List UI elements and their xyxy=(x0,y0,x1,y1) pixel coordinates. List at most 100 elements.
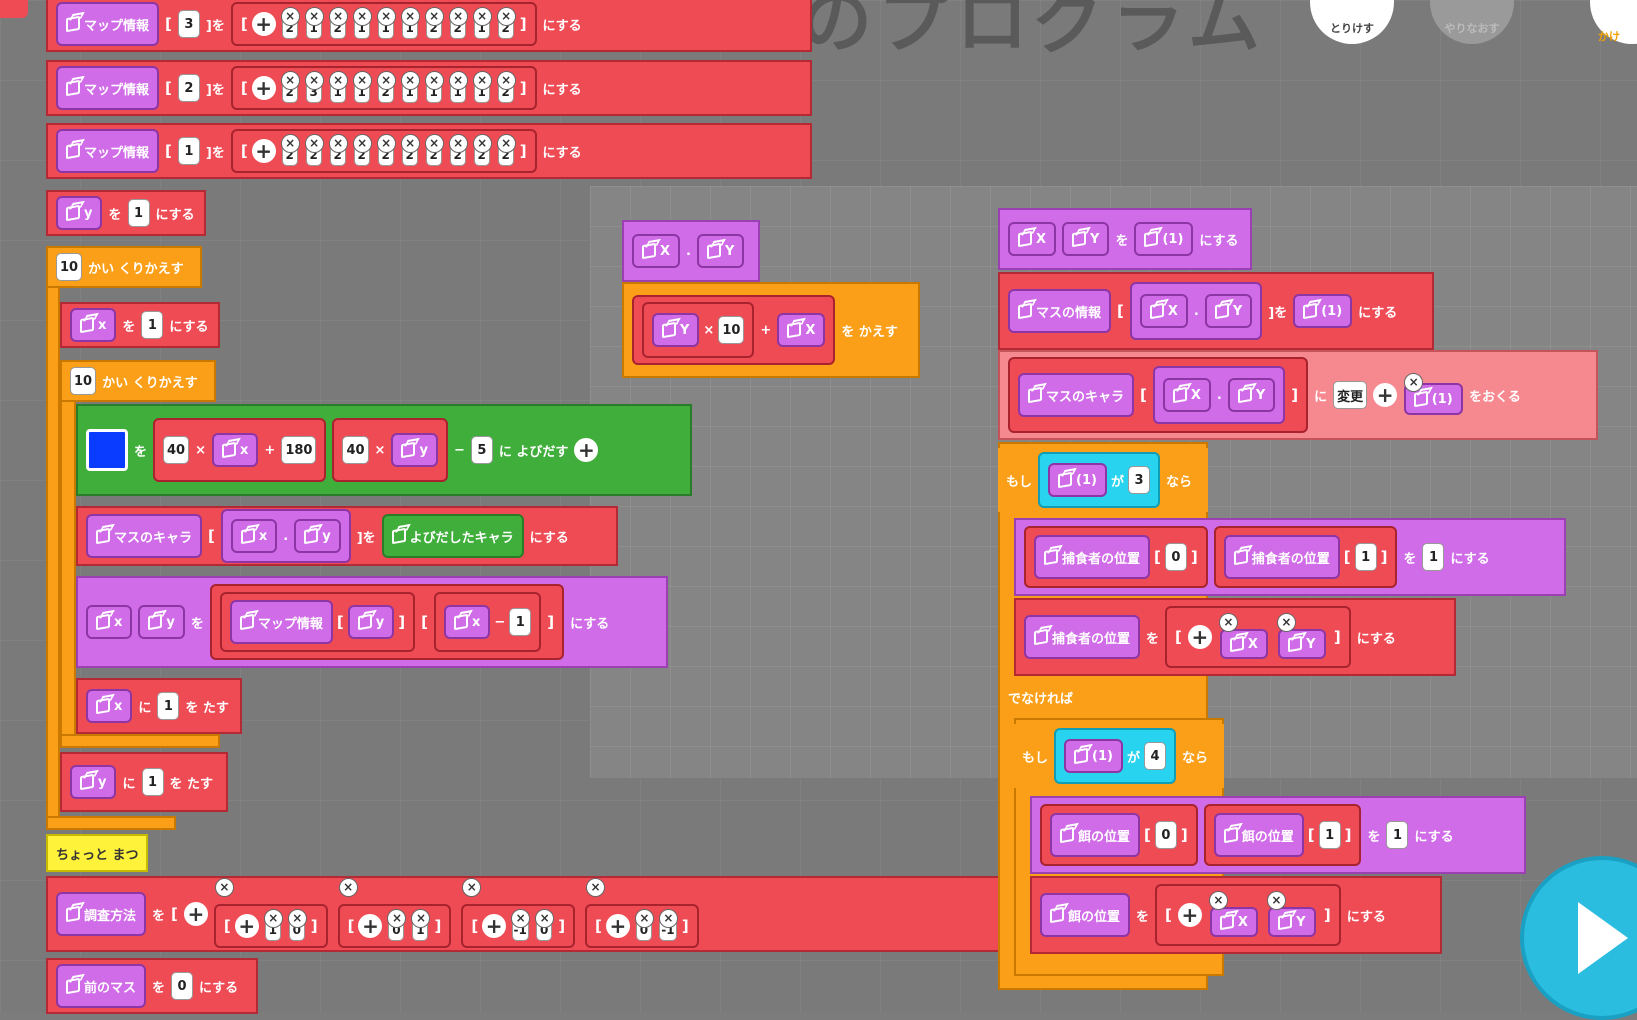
remove-icon[interactable]: × xyxy=(214,878,234,897)
list-expr[interactable]: [ + × X × Y ] xyxy=(1155,884,1341,946)
remove-icon[interactable]: × xyxy=(287,909,307,928)
removable-item[interactable]: × 2 xyxy=(280,7,300,39)
remove-icon[interactable]: × xyxy=(496,134,516,153)
removable-item[interactable]: × 2 xyxy=(496,71,516,103)
removable-item[interactable]: × 2 xyxy=(496,7,516,39)
var-x[interactable]: x xyxy=(212,433,259,467)
call-x-add[interactable]: 180 xyxy=(281,436,317,464)
dir-list[interactable]: [+ × 0 × 1] xyxy=(337,904,452,948)
param-y[interactable]: Y xyxy=(1062,222,1110,256)
set-prev-masu-block[interactable]: 前のマス を 0 にする xyxy=(46,958,258,1014)
removable-item[interactable]: × 0 xyxy=(534,909,555,941)
removable-item[interactable]: × 2 xyxy=(448,7,468,39)
xy-pair[interactable]: x . y xyxy=(220,509,351,563)
remove-icon[interactable]: × xyxy=(462,878,482,897)
masu-chara-var[interactable]: マスのキャラ xyxy=(86,514,203,558)
set-x-block[interactable]: x を 1 にする xyxy=(60,302,220,348)
else-header[interactable]: でなければ xyxy=(1000,680,1206,714)
call-x-expr[interactable]: 40 × x + 180 xyxy=(153,418,327,482)
remove-icon[interactable]: × xyxy=(424,7,444,26)
removable-item[interactable]: × 1 xyxy=(263,909,283,941)
remove-icon[interactable]: × xyxy=(634,909,654,928)
list-expr[interactable]: [ + × X × Y ] xyxy=(1165,606,1351,668)
inner-count[interactable]: 10 xyxy=(70,367,97,395)
remove-icon[interactable]: × xyxy=(263,909,283,928)
remove-icon[interactable]: × xyxy=(376,71,396,90)
remove-icon[interactable]: × xyxy=(376,134,396,153)
removable-item[interactable]: × 1 xyxy=(352,71,372,103)
search-dir-item[interactable]: × [+ × -1 × 0] xyxy=(461,878,576,948)
change-message[interactable]: 変更 xyxy=(1333,381,1368,409)
masu-chara-lookup[interactable]: マスのキャラ [ X . Y ] xyxy=(1008,357,1309,433)
add-item-button[interactable]: + xyxy=(183,902,208,926)
remove-icon[interactable]: × xyxy=(400,134,420,153)
row-list-expr[interactable]: [+ × 2 × 2 × 2 × 2 × 2 × 2 × 2 × 2 × 2 × 2] xyxy=(230,129,537,173)
removable-item[interactable]: × 2 xyxy=(400,134,420,166)
map-info-var[interactable]: マップ情報 xyxy=(56,2,160,46)
param-y[interactable]: Y xyxy=(1227,378,1276,412)
remove-icon[interactable]: × xyxy=(280,71,300,90)
var-x[interactable]: x xyxy=(86,689,133,723)
remove-icon[interactable]: × xyxy=(400,71,420,90)
param-x[interactable]: X xyxy=(1139,294,1188,328)
arg-1[interactable]: (1) xyxy=(1048,463,1107,497)
add-arg-button[interactable]: + xyxy=(574,438,599,462)
removable-item[interactable]: × 1 xyxy=(410,909,431,941)
predator-var[interactable]: 捕食者の位置 xyxy=(1034,535,1151,579)
remove-icon[interactable]: × xyxy=(1276,613,1296,632)
call-y-mul[interactable]: 40 xyxy=(342,436,369,464)
removable-item[interactable]: × 1 xyxy=(376,7,396,39)
right-menu-button[interactable]: かけ xyxy=(1590,0,1637,44)
removable-item[interactable]: × 0 xyxy=(386,909,407,941)
remove-icon[interactable]: × xyxy=(338,878,358,897)
row-list-expr[interactable]: [+ × 2 × 3 × 1 × 1 × 2 × 1 × 1 × 1 × 1 × 2] xyxy=(230,66,537,110)
var-y[interactable]: y xyxy=(391,433,438,467)
removable-item[interactable]: × 2 xyxy=(424,7,444,39)
param-x[interactable]: X xyxy=(1162,378,1211,412)
call-y-expr[interactable]: 40 × y xyxy=(332,418,448,482)
map-info-var[interactable]: マップ情報 xyxy=(56,66,160,110)
search-var[interactable]: 調査方法 xyxy=(56,892,147,936)
remove-icon[interactable]: × xyxy=(328,134,348,153)
outer-count[interactable]: 10 xyxy=(56,253,83,281)
xy-pair[interactable]: X . Y xyxy=(1129,282,1263,340)
set-predator-pos-block[interactable]: 捕食者の位置 を [ + × X × Y ] にする xyxy=(1014,598,1456,676)
predator-var[interactable]: 捕食者の位置 xyxy=(1223,535,1340,579)
param-y[interactable]: Y xyxy=(1268,907,1316,937)
remove-icon[interactable]: × xyxy=(472,7,492,26)
removable-item[interactable]: × 1 xyxy=(424,71,444,103)
var-x[interactable]: x xyxy=(230,519,278,553)
var-y[interactable]: y xyxy=(347,605,395,639)
increment-y-block[interactable]: y に 1 を たす xyxy=(60,752,228,812)
dir-list[interactable]: [+ × 0 × -1] xyxy=(585,904,699,948)
remove-icon[interactable]: × xyxy=(280,134,300,153)
send-masu-chara-block[interactable]: マスのキャラ [ X . Y ] に 変更 + × (1) をおくる xyxy=(998,350,1598,440)
map-info-var[interactable]: マップ情報 xyxy=(229,600,333,644)
removable-item[interactable]: × -1 xyxy=(510,909,531,941)
food-lookup-0[interactable]: 餌の位置 [ 0 ] xyxy=(1040,804,1198,866)
map-row-index[interactable]: 2 xyxy=(177,74,200,102)
removable-item[interactable]: × -1 xyxy=(658,909,678,941)
add-arg-button[interactable]: + xyxy=(1373,383,1398,407)
add-item-button[interactable]: + xyxy=(1177,903,1202,927)
removable-item[interactable]: × X xyxy=(1218,613,1270,659)
xy-pair[interactable]: X . Y xyxy=(1152,366,1286,424)
map-lookup-expr[interactable]: マップ情報 [ y ] [ x − 1 ] xyxy=(209,584,565,660)
param-y[interactable]: Y xyxy=(1204,294,1253,328)
if-header[interactable]: もし (1) が 3 なら xyxy=(998,448,1208,512)
removable-item[interactable]: × Y xyxy=(1266,891,1318,937)
removable-item[interactable]: × 1 xyxy=(448,71,468,103)
mul-value[interactable]: 10 xyxy=(718,316,745,344)
param-x[interactable]: X xyxy=(777,313,826,347)
if2-header[interactable]: もし (1) が 4 なら xyxy=(1014,724,1224,788)
add-item-button[interactable]: + xyxy=(234,914,259,938)
var-y[interactable]: y xyxy=(138,605,185,639)
masu-chara-var[interactable]: マスのキャラ xyxy=(1018,373,1135,417)
param-x[interactable]: X xyxy=(1209,907,1258,937)
condition-2[interactable]: (1) が 4 xyxy=(1054,728,1176,784)
y-times-expr[interactable]: Y × 10 xyxy=(642,302,755,358)
param-y[interactable]: Y xyxy=(652,313,700,347)
predator-idx0[interactable]: 0 xyxy=(1164,543,1187,571)
food-idx1[interactable]: 1 xyxy=(1318,821,1341,849)
remove-icon[interactable]: × xyxy=(376,7,396,26)
